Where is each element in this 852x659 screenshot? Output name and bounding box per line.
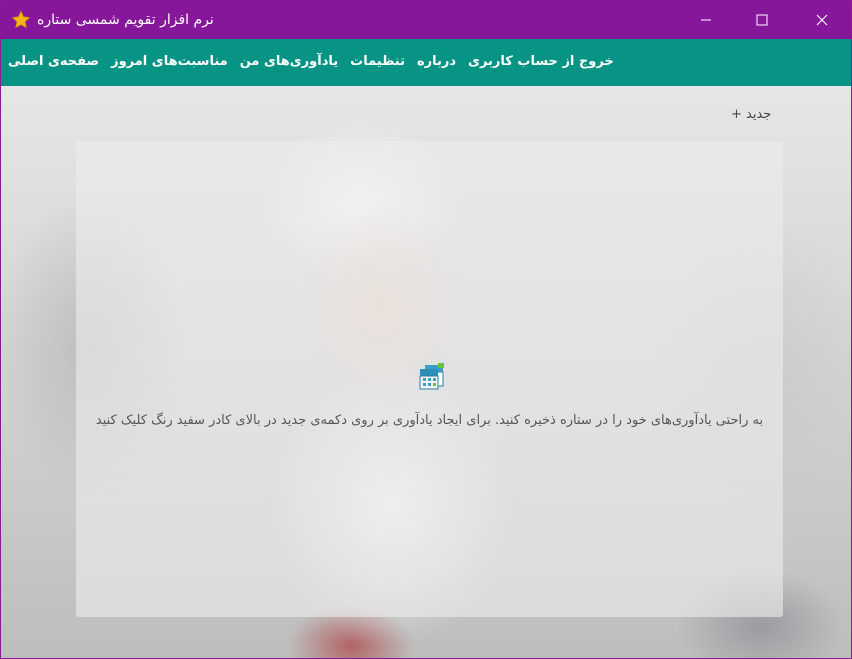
- star-icon: [11, 10, 31, 29]
- close-button[interactable]: [799, 1, 845, 39]
- main-menu-bar: صفحه‌ی اصلی مناسبت‌های امروز یادآوری‌های…: [1, 39, 851, 86]
- window-title: نرم افزار تقویم شمسی ستاره: [37, 12, 214, 28]
- nav-item-about[interactable]: درباره: [417, 53, 456, 73]
- minimize-button[interactable]: [683, 1, 729, 39]
- minimize-icon: [701, 19, 711, 21]
- maximize-button[interactable]: [739, 1, 785, 39]
- reminders-panel: به راحتی یادآوری‌های خود را در ستاره ذخی…: [76, 141, 783, 617]
- nav-item-home[interactable]: صفحه‌ی اصلی: [8, 53, 99, 73]
- empty-state-message: به راحتی یادآوری‌های خود را در ستاره ذخی…: [95, 413, 764, 428]
- close-icon: [816, 14, 828, 26]
- maximize-icon: [756, 14, 768, 26]
- app-window: نرم افزار تقویم شمسی ستاره صفحه‌ی اصلی م…: [0, 0, 852, 659]
- nav-item-logout[interactable]: خروج از حساب کاربری: [468, 53, 614, 73]
- title-bar[interactable]: نرم افزار تقویم شمسی ستاره: [1, 1, 851, 39]
- calendar-icon: [419, 363, 444, 390]
- nav-item-settings[interactable]: تنظیمات: [350, 53, 405, 73]
- content-area: جدید + به راحتی یادآوری‌های خود را در ست…: [1, 86, 851, 658]
- nav-items: صفحه‌ی اصلی مناسبت‌های امروز یادآوری‌های…: [8, 53, 614, 73]
- new-reminder-button[interactable]: جدید +: [731, 107, 771, 127]
- nav-item-my-reminders[interactable]: یادآوری‌های من: [240, 53, 338, 73]
- nav-item-todays-occasions[interactable]: مناسبت‌های امروز: [111, 53, 228, 73]
